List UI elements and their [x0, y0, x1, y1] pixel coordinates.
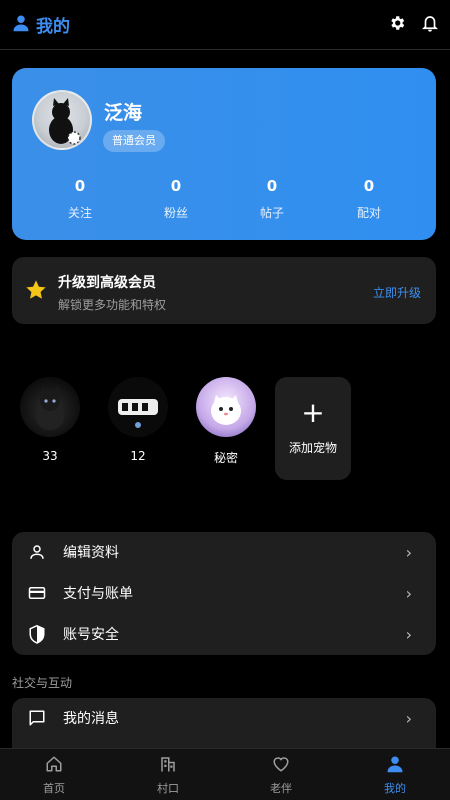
- menu-item-security[interactable]: 账号安全 ›: [12, 614, 436, 654]
- page-title: 我的: [36, 17, 70, 37]
- credit-card-icon: [25, 585, 49, 601]
- menu-item-payment[interactable]: 支付与账单 ›: [12, 573, 436, 613]
- stat-value: 0: [170, 177, 182, 195]
- section-label-social: 社交与互动: [12, 676, 73, 690]
- person-icon: [355, 755, 435, 775]
- chat-icon: [25, 709, 49, 727]
- menu-item-label: 编辑资料: [63, 545, 119, 561]
- nav-item-village[interactable]: 村口: [128, 755, 208, 796]
- person-outline-icon: [25, 543, 49, 561]
- pet-item[interactable]: 33: [19, 377, 81, 463]
- stat-label: 配对: [356, 206, 381, 220]
- chevron-right-icon: ›: [405, 542, 412, 562]
- add-pet-label: 添加宠物: [288, 441, 337, 455]
- nav-label: 我的: [384, 782, 406, 795]
- pet-name: 秘密: [213, 451, 238, 465]
- nav-item-home[interactable]: 首页: [14, 755, 94, 796]
- stat-value: 0: [74, 177, 86, 195]
- nav-item-mine[interactable]: 我的: [355, 755, 435, 796]
- nav-item-partner[interactable]: 老伴: [241, 755, 321, 796]
- shield-icon: [25, 624, 49, 644]
- building-icon: [128, 755, 208, 775]
- menu-item-label: 支付与账单: [63, 586, 133, 602]
- menu-item-edit-profile[interactable]: 编辑资料 ›: [12, 532, 436, 572]
- stat-value: 0: [363, 177, 375, 195]
- star-icon: [25, 279, 47, 305]
- page-title-group: 我的: [12, 12, 70, 37]
- chevron-right-icon: ›: [405, 583, 412, 603]
- upgrade-title: 升级到高级会员: [58, 275, 156, 291]
- stat-value: 0: [266, 177, 278, 195]
- pet-name: 12: [130, 449, 146, 463]
- nav-label: 首页: [43, 782, 65, 795]
- pet-item[interactable]: 12: [107, 377, 169, 463]
- upgrade-subtitle: 解锁更多功能和特权: [58, 298, 167, 312]
- stat-posts[interactable]: 0 帖子: [224, 177, 320, 221]
- heart-icon: [241, 755, 321, 775]
- pet-avatar: [20, 377, 80, 437]
- bottom-nav: 首页 村口 老伴 我的: [0, 748, 450, 800]
- menu-item-messages[interactable]: 我的消息 ›: [12, 698, 436, 738]
- home-icon: [14, 755, 94, 775]
- stat-following[interactable]: 0 关注: [32, 177, 128, 221]
- stat-label: 粉丝: [163, 206, 188, 220]
- add-pet-button[interactable]: + 添加宠物: [275, 377, 351, 480]
- nav-label: 老伴: [270, 782, 292, 795]
- upgrade-now-link[interactable]: 立即升级: [373, 284, 421, 301]
- plus-icon: +: [301, 396, 325, 429]
- person-icon: [12, 14, 30, 36]
- menu-item-label: 账号安全: [63, 627, 119, 643]
- stat-matches[interactable]: 0 配对: [321, 177, 417, 221]
- pet-name: 33: [42, 449, 58, 463]
- pet-item[interactable]: 秘密: [195, 377, 257, 466]
- username: 泛海: [104, 102, 143, 124]
- avatar[interactable]: [32, 90, 92, 150]
- nav-label: 村口: [157, 782, 179, 795]
- menu-item-label: 我的消息: [63, 711, 119, 727]
- gear-icon[interactable]: [388, 14, 406, 36]
- stat-label: 关注: [67, 206, 92, 220]
- member-badge: 普通会员: [103, 130, 165, 152]
- chevron-right-icon: ›: [405, 708, 412, 728]
- bell-icon[interactable]: [422, 14, 438, 36]
- stat-label: 帖子: [259, 206, 284, 220]
- pet-avatar: [196, 377, 256, 437]
- top-bar: 我的: [0, 0, 450, 50]
- pet-avatar: [108, 377, 168, 437]
- stat-followers[interactable]: 0 粉丝: [128, 177, 224, 221]
- chevron-right-icon: ›: [405, 624, 412, 644]
